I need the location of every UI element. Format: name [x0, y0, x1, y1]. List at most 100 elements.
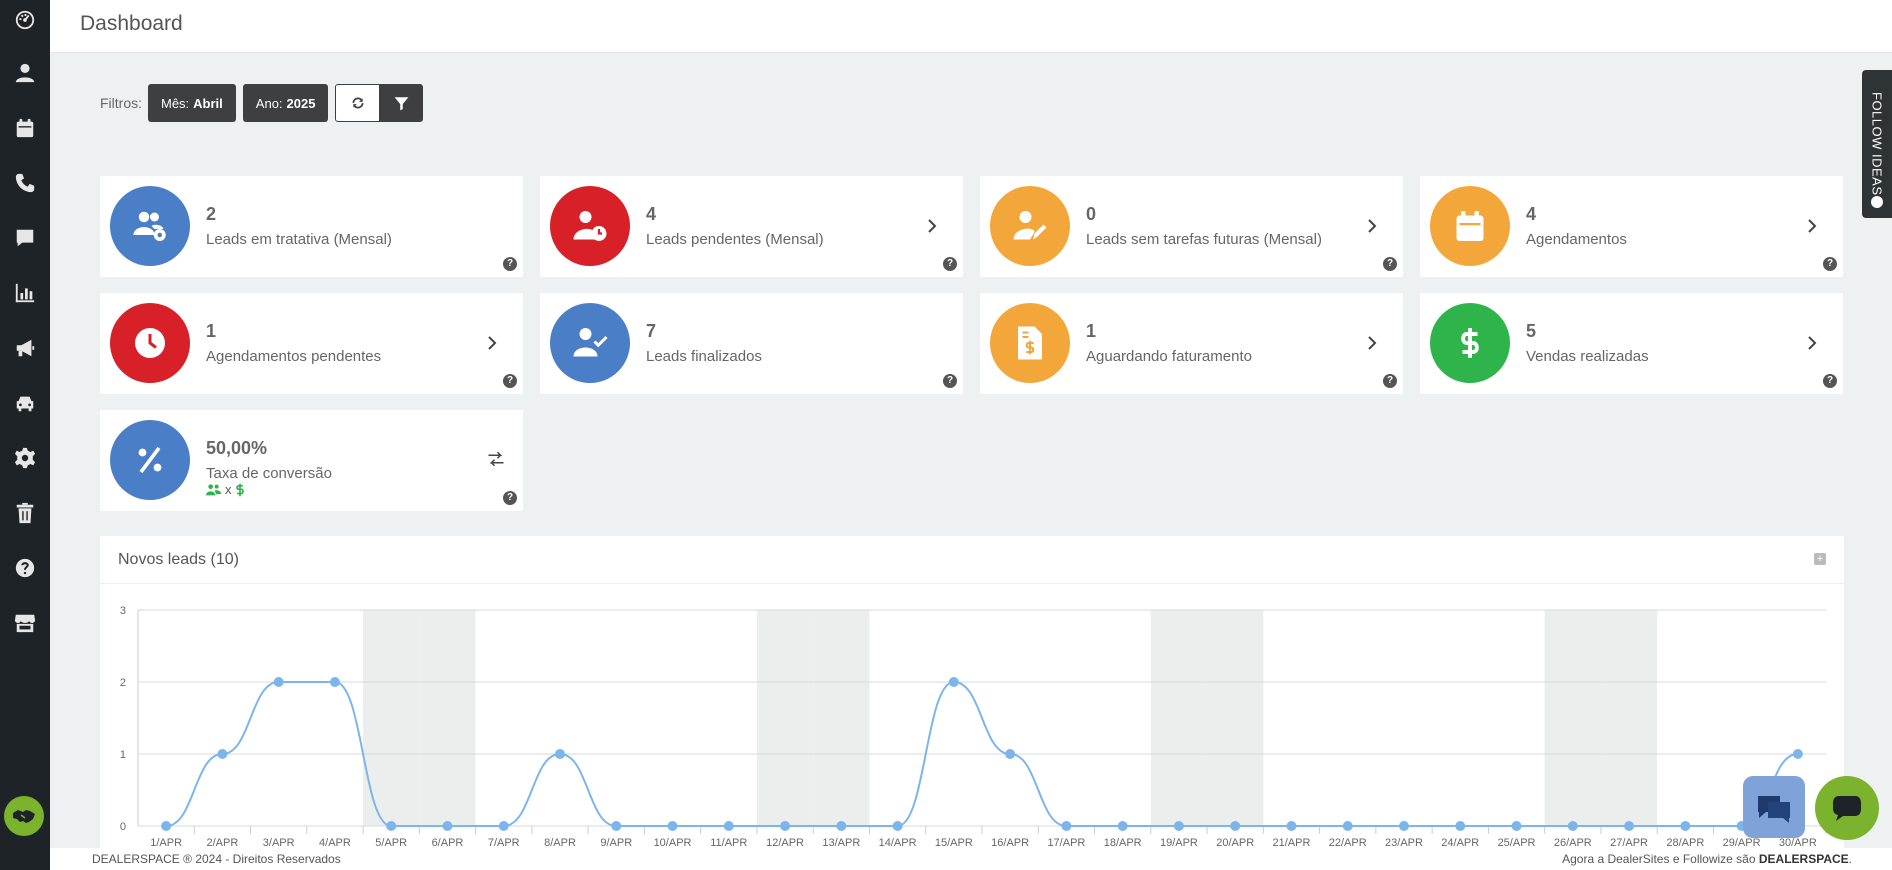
follow-ideas-tab[interactable]: FOLLOW IDEAS: [1862, 70, 1892, 218]
store-icon[interactable]: [0, 603, 50, 643]
help-badge[interactable]: ?: [943, 257, 957, 271]
month-filter-value: Abril: [193, 95, 223, 111]
data-point[interactable]: [161, 821, 172, 831]
month-filter-button[interactable]: Mês: Abril: [148, 84, 236, 122]
help-badge[interactable]: ?: [1383, 374, 1397, 388]
data-point[interactable]: [498, 821, 509, 831]
help-badge[interactable]: ?: [1823, 257, 1837, 271]
data-point[interactable]: [1792, 749, 1803, 759]
weekend-band: [1544, 610, 1601, 826]
data-point[interactable]: [329, 677, 340, 687]
data-point[interactable]: [836, 821, 847, 831]
megaphone-icon[interactable]: [0, 328, 50, 368]
kpi-card-aguardando-faturamento[interactable]: 1 Aguardando faturamento ?: [980, 293, 1403, 394]
kpi-card-taxa-de-conversao[interactable]: 50,00% Taxa de conversão x ?: [100, 410, 523, 511]
handshake-icon[interactable]: [4, 796, 44, 836]
kpi-card-leads-em-tratativa[interactable]: 2 Leads em tratativa (Mensal) ?: [100, 176, 523, 277]
data-point[interactable]: [1567, 821, 1578, 831]
data-point[interactable]: [1624, 821, 1635, 831]
filters-label: Filtros:: [100, 95, 142, 111]
swap-arrows-icon[interactable]: [487, 450, 507, 470]
kpi-label: Agendamentos: [1526, 231, 1627, 248]
kpi-label: Taxa de conversão: [206, 465, 332, 482]
refresh-button[interactable]: [335, 84, 381, 122]
trash-icon[interactable]: [0, 493, 50, 533]
data-point[interactable]: [1173, 821, 1184, 831]
x-tick-label: 20/APR: [1216, 837, 1254, 848]
data-point[interactable]: [442, 821, 453, 831]
x-tick-label: 24/APR: [1441, 837, 1479, 848]
bar-chart-icon[interactable]: [0, 273, 50, 313]
filter-button[interactable]: [380, 84, 424, 122]
chevron-right-icon[interactable]: [1807, 335, 1817, 351]
kpi-label: Leads pendentes (Mensal): [646, 231, 824, 248]
help-chat-button[interactable]: [1815, 776, 1879, 840]
question-circle-icon[interactable]: [0, 548, 50, 588]
data-point[interactable]: [1511, 821, 1522, 831]
data-point[interactable]: [1230, 821, 1241, 831]
footer-brand-name[interactable]: DEALERSPACE: [1759, 852, 1849, 866]
data-point[interactable]: [217, 749, 228, 759]
data-point[interactable]: [1680, 821, 1691, 831]
data-point[interactable]: [1117, 821, 1128, 831]
kpi-card-leads-pendentes[interactable]: 4 Leads pendentes (Mensal) ?: [540, 176, 963, 277]
x-tick-label: 22/APR: [1329, 837, 1367, 848]
chevron-right-icon[interactable]: [1367, 218, 1377, 234]
x-tick-label: 16/APR: [991, 837, 1029, 848]
data-point[interactable]: [780, 821, 791, 831]
top-header: Dashboard: [50, 0, 1892, 53]
chevron-right-icon[interactable]: [487, 335, 497, 351]
live-chat-button[interactable]: [1743, 776, 1805, 838]
help-badge[interactable]: ?: [503, 491, 517, 505]
x-tick-label: 10/APR: [654, 837, 692, 848]
y-tick-label: 0: [120, 821, 126, 833]
kpi-icon-circle: [550, 303, 630, 383]
data-point[interactable]: [1286, 821, 1297, 831]
x-tick-label: 29/APR: [1723, 837, 1761, 848]
percent-icon: [138, 446, 162, 474]
car-icon[interactable]: [0, 383, 50, 423]
kpi-card-vendas-realizadas[interactable]: 5 Vendas realizadas ?: [1420, 293, 1843, 394]
phone-icon[interactable]: [0, 163, 50, 203]
user-icon[interactable]: [0, 53, 50, 93]
kpi-card-leads-finalizados[interactable]: 7 Leads finalizados ?: [540, 293, 963, 394]
data-point[interactable]: [667, 821, 678, 831]
data-point[interactable]: [1005, 749, 1016, 759]
weekend-band: [813, 610, 870, 826]
data-point[interactable]: [555, 749, 565, 759]
chat-icon[interactable]: [0, 218, 50, 258]
x-tick-label: 18/APR: [1104, 837, 1142, 848]
chart-title: Novos leads (10): [118, 551, 239, 568]
help-badge[interactable]: ?: [503, 374, 517, 388]
kpi-icon-circle: [110, 186, 190, 266]
data-point[interactable]: [1061, 821, 1072, 831]
data-point[interactable]: [273, 677, 284, 687]
help-badge[interactable]: ?: [1823, 374, 1837, 388]
kpi-label: Leads sem tarefas futuras (Mensal): [1086, 231, 1322, 248]
data-point[interactable]: [948, 677, 959, 687]
help-badge[interactable]: ?: [943, 374, 957, 388]
dashboard-gauge-icon[interactable]: [0, 0, 50, 40]
help-badge[interactable]: ?: [503, 257, 517, 271]
kpi-card-agendamentos-pendentes[interactable]: 1 Agendamentos pendentes ?: [100, 293, 523, 394]
data-point[interactable]: [386, 821, 397, 831]
help-badge[interactable]: ?: [1383, 257, 1397, 271]
data-point[interactable]: [723, 821, 734, 831]
y-tick-label: 2: [120, 677, 126, 689]
chevron-right-icon[interactable]: [1367, 335, 1377, 351]
collapse-icon[interactable]: +: [1814, 553, 1826, 565]
kpi-card-agendamentos[interactable]: 4 Agendamentos ?: [1420, 176, 1843, 277]
year-filter-button[interactable]: Ano: 2025: [242, 84, 329, 122]
data-point[interactable]: [611, 821, 622, 831]
data-point[interactable]: [1399, 821, 1409, 831]
x-tick-label: 23/APR: [1385, 837, 1423, 848]
calendar-icon[interactable]: [0, 108, 50, 148]
chevron-right-icon[interactable]: [927, 218, 937, 234]
kpi-card-leads-sem-tarefas[interactable]: 0 Leads sem tarefas futuras (Mensal) ?: [980, 176, 1403, 277]
data-point[interactable]: [892, 821, 903, 831]
data-point[interactable]: [1455, 821, 1466, 831]
conversion-times-sign: x: [225, 482, 232, 497]
chevron-right-icon[interactable]: [1807, 218, 1817, 234]
gear-icon[interactable]: [0, 438, 50, 478]
data-point[interactable]: [1342, 821, 1353, 831]
